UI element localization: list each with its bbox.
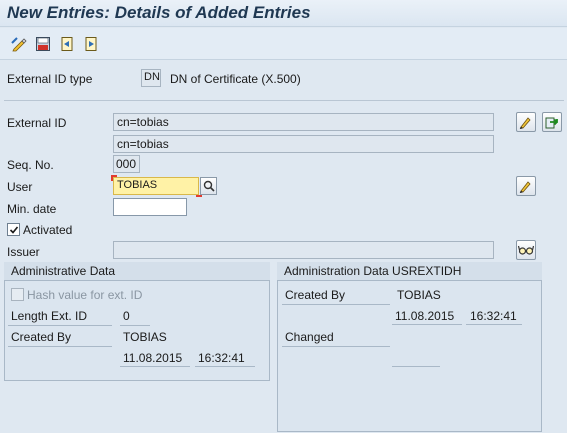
field-underline (466, 324, 522, 325)
field-underline (120, 325, 150, 326)
field-underline (120, 366, 190, 367)
pencil-icon (519, 117, 531, 129)
created-by-value: TOBIAS (397, 288, 441, 302)
created-by-value: TOBIAS (123, 330, 167, 344)
transfer-icon (545, 117, 558, 129)
user-label: User (7, 180, 33, 194)
field-underline (8, 346, 112, 347)
changed-label: Changed (285, 330, 334, 344)
field-underline (282, 346, 390, 347)
external-id-field[interactable]: cn=tobias (113, 113, 494, 131)
external-id-label: External ID (7, 116, 67, 130)
created-time-value: 16:32:41 (470, 309, 517, 323)
glasses-icon (518, 245, 534, 255)
min-date-field[interactable] (113, 198, 187, 216)
created-time-value: 16:32:41 (198, 351, 245, 365)
checkmark-icon (9, 225, 18, 234)
external-id-field-continued[interactable]: cn=tobias (113, 135, 494, 153)
created-date-value: 11.08.2015 (395, 309, 455, 323)
field-underline (392, 366, 440, 367)
external-id-type-code: DN (141, 69, 161, 87)
created-date-value: 11.08.2015 (123, 351, 183, 365)
length-ext-id-value: 0 (123, 309, 130, 323)
user-field[interactable]: TOBIAS (113, 177, 199, 195)
seq-no-field: 000 (113, 155, 140, 173)
next-entry-icon[interactable] (82, 35, 100, 53)
field-underline (392, 324, 462, 325)
hash-value-label: Hash value for ext. ID (27, 288, 143, 302)
field-underline (282, 304, 390, 305)
pencil-icon (519, 181, 531, 193)
created-by-label: Created By (11, 330, 72, 344)
hash-value-checkbox (11, 288, 24, 301)
save-icon[interactable] (34, 35, 52, 53)
length-ext-id-label: Length Ext. ID (11, 309, 88, 323)
min-date-label: Min. date (7, 202, 57, 216)
field-underline (195, 366, 255, 367)
field-underline (8, 325, 112, 326)
display-change-icon[interactable] (10, 35, 28, 53)
administration-data-usrextidh-title: Administration Data USREXTIDH (277, 262, 542, 281)
created-by-label: Created By (285, 288, 346, 302)
edit-external-id-button[interactable] (516, 112, 536, 132)
activated-checkbox[interactable] (7, 223, 20, 236)
user-search-button[interactable] (200, 177, 217, 195)
search-icon (203, 180, 215, 192)
external-id-type-label: External ID type (7, 72, 93, 86)
issuer-glasses-button[interactable] (516, 240, 536, 260)
administrative-data-title: Administrative Data (4, 262, 270, 281)
issuer-field (113, 241, 494, 259)
previous-entry-icon[interactable] (58, 35, 76, 53)
activated-label: Activated (23, 223, 73, 237)
external-id-type-description: DN of Certificate (X.500) (170, 72, 301, 86)
required-marker (111, 175, 117, 181)
issuer-label: Issuer (7, 245, 40, 259)
transfer-external-id-button[interactable] (542, 112, 562, 132)
page-title: New Entries: Details of Added Entries (7, 3, 311, 22)
edit-user-button[interactable] (516, 176, 536, 196)
header-separator (4, 100, 564, 101)
seq-no-label: Seq. No. (7, 158, 54, 172)
